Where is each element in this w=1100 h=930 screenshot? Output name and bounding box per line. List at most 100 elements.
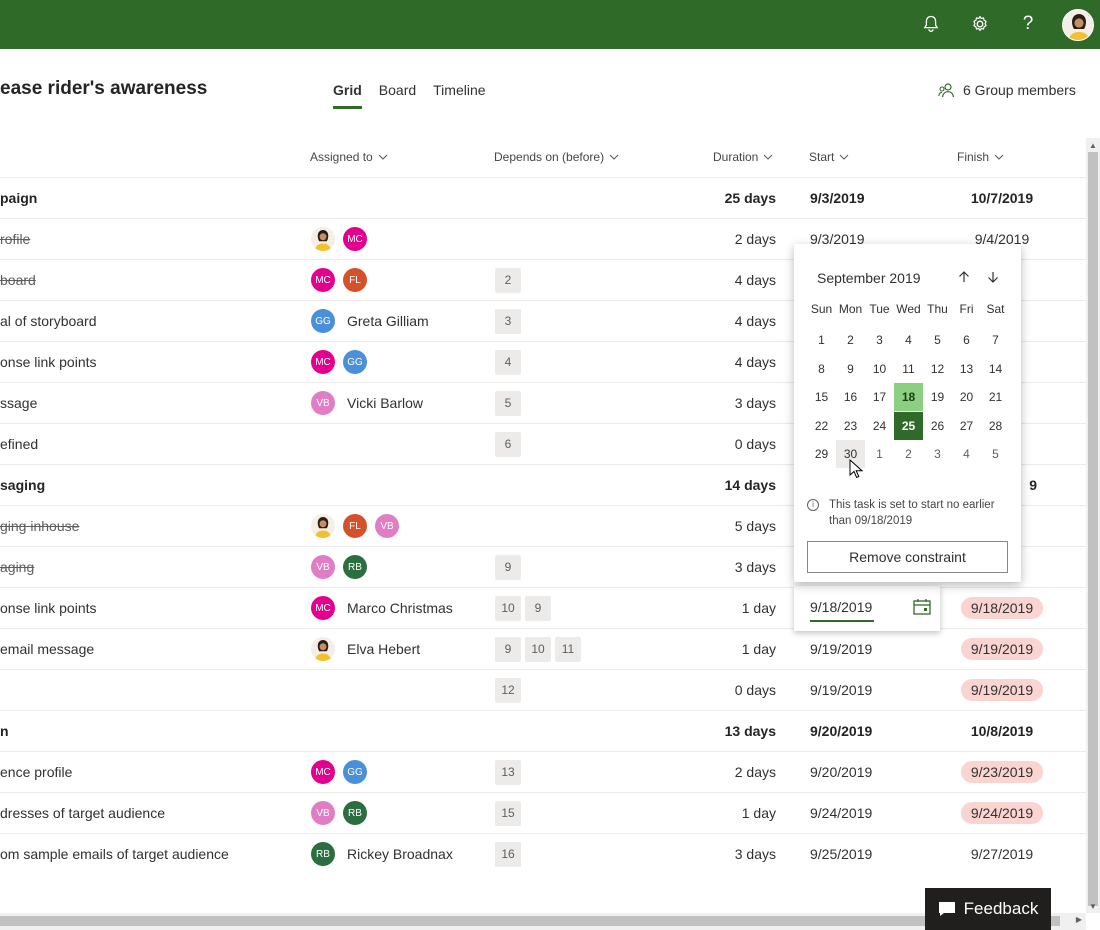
start-date-cell[interactable]: 9/3/2019: [810, 178, 865, 218]
avatar[interactable]: VB: [311, 555, 335, 579]
calendar-day[interactable]: 11: [894, 355, 923, 383]
group-members-button[interactable]: 6 Group members: [938, 82, 1076, 98]
tab-grid[interactable]: Grid: [333, 82, 362, 109]
duration-cell[interactable]: 5 days: [735, 506, 776, 546]
finish-date-cell[interactable]: 9/23/2019: [947, 752, 1057, 792]
feedback-button[interactable]: Feedback: [925, 888, 1051, 930]
avatar[interactable]: GG: [343, 350, 367, 374]
task-name[interactable]: ging inhouse: [0, 506, 300, 546]
calendar-day[interactable]: 17: [865, 383, 894, 411]
user-avatar[interactable]: [1062, 9, 1094, 41]
depends-on-cell[interactable]: 15: [495, 793, 521, 833]
horizontal-scroll-thumb[interactable]: [0, 916, 1060, 926]
calendar-day[interactable]: 3: [865, 326, 894, 354]
calendar-day[interactable]: 22: [807, 412, 836, 440]
avatar[interactable]: VB: [375, 514, 399, 538]
col-depends-on[interactable]: Depends on (before): [494, 150, 619, 164]
task-name[interactable]: n: [0, 711, 300, 751]
dependency-chip[interactable]: 16: [495, 841, 521, 867]
calendar-day[interactable]: 9: [836, 355, 865, 383]
duration-cell[interactable]: 4 days: [735, 260, 776, 300]
task-name[interactable]: dresses of target audience: [0, 793, 300, 833]
duration-cell[interactable]: 4 days: [735, 301, 776, 341]
start-date-cell[interactable]: 9/20/2019: [810, 711, 872, 751]
task-name[interactable]: efined: [0, 424, 300, 464]
avatar[interactable]: MC: [343, 227, 367, 251]
calendar-day[interactable]: 21: [981, 383, 1010, 411]
avatar[interactable]: VB: [311, 801, 335, 825]
task-name[interactable]: onse link points: [0, 588, 300, 628]
assigned-to-cell[interactable]: FL VB: [311, 506, 407, 546]
dependency-chip[interactable]: 15: [495, 800, 521, 826]
calendar-day[interactable]: 20: [952, 383, 981, 411]
dependency-chip[interactable]: 9: [495, 554, 521, 580]
start-date-input[interactable]: 9/18/2019: [810, 599, 872, 615]
bucket-row[interactable]: paign 25 days 9/3/2019 10/7/2019: [0, 177, 1086, 218]
col-duration[interactable]: Duration: [713, 150, 773, 164]
remove-constraint-button[interactable]: Remove constraint: [807, 541, 1008, 573]
duration-cell[interactable]: 25 days: [725, 178, 776, 218]
finish-date-cell[interactable]: 9/18/2019: [947, 588, 1057, 628]
start-date-cell[interactable]: 9/25/2019: [810, 834, 872, 874]
finish-date-cell[interactable]: 10/8/2019: [947, 711, 1057, 751]
calendar-day[interactable]: 24: [865, 412, 894, 440]
duration-cell[interactable]: 2 days: [735, 752, 776, 792]
task-name[interactable]: email message: [0, 629, 300, 669]
task-name[interactable]: ence profile: [0, 752, 300, 792]
calendar-day[interactable]: 14: [981, 355, 1010, 383]
assigned-to-cell[interactable]: MC GG: [311, 342, 375, 382]
avatar[interactable]: FL: [343, 514, 367, 538]
task-name[interactable]: om sample emails of target audience: [0, 834, 300, 874]
avatar[interactable]: RB: [343, 555, 367, 579]
bucket-row[interactable]: n 13 days 9/20/2019 10/8/2019: [0, 710, 1086, 751]
depends-on-cell[interactable]: 16: [495, 834, 521, 874]
depends-on-cell[interactable]: 4: [495, 342, 521, 382]
avatar[interactable]: [311, 514, 335, 538]
calendar-day[interactable]: 4: [952, 440, 981, 468]
dependency-chip[interactable]: 3: [495, 308, 521, 334]
task-name[interactable]: saging: [0, 465, 300, 505]
task-name[interactable]: board: [0, 260, 300, 300]
assigned-to-cell[interactable]: RB Rickey Broadnax: [311, 834, 453, 874]
avatar[interactable]: GG: [311, 309, 335, 333]
duration-cell[interactable]: 3 days: [735, 547, 776, 587]
arrow-down-icon[interactable]: [984, 268, 1002, 286]
calendar-day[interactable]: 3: [923, 440, 952, 468]
avatar[interactable]: MC: [311, 350, 335, 374]
dependency-chip[interactable]: 11: [555, 636, 581, 662]
depends-on-cell[interactable]: 10 9: [495, 588, 551, 628]
calendar-day[interactable]: 23: [836, 412, 865, 440]
tab-timeline[interactable]: Timeline: [433, 82, 485, 109]
avatar[interactable]: FL: [343, 268, 367, 292]
vertical-scroll-thumb[interactable]: [1088, 152, 1098, 906]
col-finish[interactable]: Finish: [957, 150, 1004, 164]
dependency-chip[interactable]: 9: [525, 595, 551, 621]
assigned-to-cell[interactable]: VB Vicki Barlow: [311, 383, 423, 423]
dependency-chip[interactable]: 10: [495, 595, 521, 621]
dependency-chip[interactable]: 12: [495, 677, 521, 703]
task-row[interactable]: email message Elva Hebert 9 10 11 1 day 9/19/2…: [0, 628, 1086, 669]
duration-cell[interactable]: 1 day: [742, 588, 776, 628]
duration-cell[interactable]: 0 days: [735, 424, 776, 464]
avatar[interactable]: RB: [311, 842, 335, 866]
calendar-day[interactable]: 4: [894, 326, 923, 354]
calendar-day[interactable]: 8: [807, 355, 836, 383]
calendar-day[interactable]: 7: [981, 326, 1010, 354]
task-row[interactable]: 12 0 days 9/19/2019 9/19/2019: [0, 669, 1086, 710]
scroll-down-arrow-icon[interactable]: ▼: [1086, 899, 1100, 913]
dependency-chip[interactable]: 9: [495, 636, 521, 662]
scroll-up-arrow-icon[interactable]: ▲: [1086, 138, 1100, 152]
assigned-to-cell[interactable]: MC Marco Christmas: [311, 588, 453, 628]
duration-cell[interactable]: 3 days: [735, 834, 776, 874]
scroll-right-arrow-icon[interactable]: ▶: [1076, 915, 1082, 924]
task-name[interactable]: paign: [0, 178, 300, 218]
depends-on-cell[interactable]: 6: [495, 424, 521, 464]
col-start[interactable]: Start: [809, 150, 849, 164]
calendar-day[interactable]: 2: [894, 440, 923, 468]
calendar-day[interactable]: 27: [952, 412, 981, 440]
duration-cell[interactable]: 1 day: [742, 793, 776, 833]
calendar-day[interactable]: 25: [894, 411, 923, 440]
gear-icon[interactable]: [968, 12, 992, 36]
vertical-scrollbar[interactable]: ▲ ▼: [1086, 138, 1100, 913]
avatar[interactable]: RB: [343, 801, 367, 825]
